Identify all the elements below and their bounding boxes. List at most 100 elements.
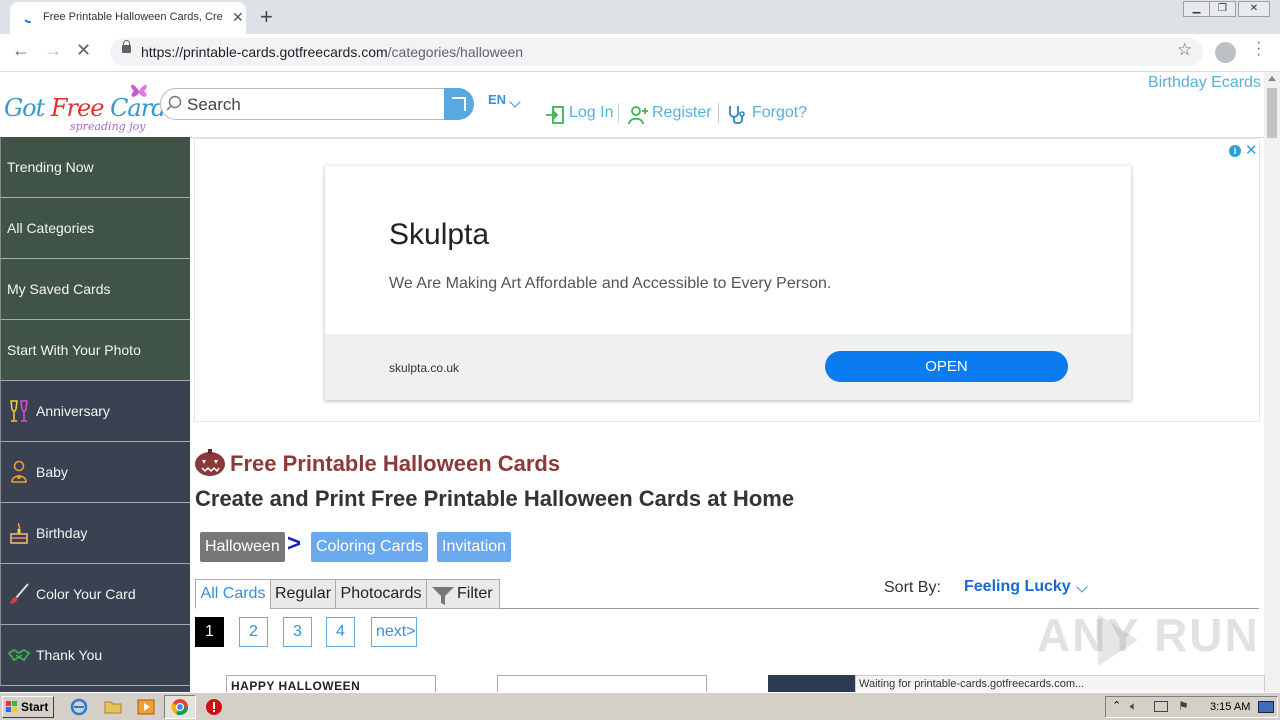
tab-photocards[interactable]: Photocards bbox=[335, 579, 427, 609]
sidebar: Trending Now All Categories My Saved Car… bbox=[0, 137, 190, 692]
page-4[interactable]: 4 bbox=[326, 617, 355, 647]
ad-info-icon[interactable]: i bbox=[1229, 145, 1241, 157]
play-icon bbox=[1098, 614, 1138, 666]
system-tray: ⌃ 🔈︎ ⚑ 3:15 AM bbox=[1105, 696, 1278, 718]
page-3[interactable]: 3 bbox=[283, 617, 312, 647]
search-icon bbox=[166, 95, 182, 111]
browser-tab[interactable]: Free Printable Halloween Cards, Cre ✕ bbox=[10, 2, 246, 34]
stop-loading-icon[interactable]: ✕ bbox=[76, 40, 91, 61]
sidebar-item-thank-you[interactable]: Thank You bbox=[0, 625, 190, 686]
ad-subtitle: We Are Making Art Affordable and Accessi… bbox=[389, 275, 832, 292]
browser-toolbar: ← → ✕ https://printable-cards.gotfreecar… bbox=[0, 34, 1280, 72]
tray-expand-icon[interactable]: ⌃ bbox=[1112, 699, 1121, 712]
search-input[interactable]: Search bbox=[160, 88, 445, 120]
logo-tagline: spreading joy bbox=[70, 120, 146, 133]
breadcrumb-coloring-cards[interactable]: Coloring Cards bbox=[311, 532, 428, 562]
sidebar-item-label: My Saved Cards bbox=[7, 281, 111, 297]
page-1[interactable]: 1 bbox=[195, 617, 224, 647]
sidebar-item-label: All Categories bbox=[7, 220, 95, 236]
scroll-up-arrow-icon[interactable] bbox=[1268, 76, 1276, 81]
butterfly-icon bbox=[131, 84, 147, 97]
sidebar-item-my-saved-cards[interactable]: My Saved Cards bbox=[0, 259, 190, 320]
breadcrumb-separator: > bbox=[287, 530, 302, 557]
tab-all-cards[interactable]: All Cards bbox=[195, 579, 271, 609]
sidebar-item-baby[interactable]: Baby bbox=[0, 442, 190, 503]
chrome-taskbar-button[interactable] bbox=[164, 695, 196, 719]
show-desktop-icon[interactable] bbox=[1258, 701, 1274, 713]
stethoscope-icon bbox=[729, 106, 745, 125]
network-icon[interactable] bbox=[1154, 701, 1168, 712]
language-selector[interactable]: EN bbox=[488, 92, 506, 107]
login-link[interactable]: Log In bbox=[569, 104, 613, 122]
page-2[interactable]: 2 bbox=[239, 617, 268, 647]
sort-label: Sort By: bbox=[884, 579, 941, 596]
register-icon bbox=[628, 106, 648, 125]
filter-label: Filter bbox=[457, 585, 493, 602]
url-text: https://printable-cards.gotfreecards.com… bbox=[141, 44, 524, 60]
login-icon bbox=[546, 106, 564, 124]
header-divider bbox=[618, 103, 619, 123]
birthday-ecards-link[interactable]: Birthday Ecards bbox=[1148, 74, 1261, 92]
forgot-password-link[interactable]: Forgot? bbox=[752, 104, 807, 122]
next-page[interactable]: next> bbox=[371, 617, 417, 647]
start-label: Start bbox=[21, 700, 49, 714]
card-filter-tabs: All Cards Regular Photocards Filter bbox=[195, 579, 1259, 609]
minimize-icon[interactable]: ▁ bbox=[1183, 1, 1210, 17]
site-logo[interactable]: Got Free Cards spreading joy bbox=[4, 80, 178, 136]
sidebar-item-color-your-card[interactable]: Color Your Card bbox=[0, 564, 190, 625]
sidebar-item-all-categories[interactable]: All Categories bbox=[0, 198, 190, 259]
close-tab-icon[interactable]: ✕ bbox=[232, 9, 244, 26]
tab-title: Free Printable Halloween Cards, Cre bbox=[43, 11, 223, 23]
sidebar-item-birthday[interactable]: Birthday bbox=[0, 503, 190, 564]
champagne-glasses-icon bbox=[10, 400, 28, 422]
sort-dropdown[interactable]: Feeling Lucky bbox=[964, 578, 1071, 596]
ad-card[interactable]: Skulpta We Are Making Art Affordable and… bbox=[325, 166, 1131, 400]
baby-icon bbox=[11, 460, 27, 483]
account-avatar-icon[interactable] bbox=[1215, 42, 1236, 63]
new-tab-icon[interactable]: + bbox=[260, 4, 273, 30]
chrome-icon bbox=[171, 699, 189, 716]
restore-icon[interactable]: ❐ bbox=[1209, 1, 1236, 17]
chevron-down-icon[interactable] bbox=[509, 96, 521, 108]
breadcrumb-halloween[interactable]: Halloween bbox=[200, 532, 285, 562]
advertisement-banner: i ✕ Skulpta We Are Making Art Affordable… bbox=[194, 138, 1260, 422]
sidebar-item-start-with-your-photo[interactable]: Start With Your Photo bbox=[0, 320, 190, 381]
stop-sign-icon[interactable] bbox=[205, 698, 223, 716]
browser-tab-strip: Free Printable Halloween Cards, Cre ✕ + … bbox=[0, 0, 1280, 34]
header-divider bbox=[718, 103, 719, 123]
page-scrollbar[interactable] bbox=[1264, 72, 1280, 692]
handshake-icon bbox=[8, 648, 30, 662]
browser-menu-icon[interactable]: · · · bbox=[1256, 35, 1261, 63]
sidebar-item-label: Start With Your Photo bbox=[7, 342, 141, 358]
sidebar-item-trending-now[interactable]: Trending Now bbox=[0, 137, 190, 198]
tab-regular[interactable]: Regular bbox=[270, 579, 336, 609]
breadcrumb-invitation[interactable]: Invitation bbox=[437, 532, 512, 562]
close-window-icon[interactable]: ✕ bbox=[1238, 1, 1270, 17]
media-player-icon[interactable] bbox=[137, 698, 155, 716]
ad-close-icon[interactable]: ✕ bbox=[1245, 141, 1258, 159]
bookmark-star-icon[interactable]: ☆ bbox=[1177, 40, 1192, 60]
volume-icon[interactable]: 🔈︎ bbox=[1130, 699, 1137, 714]
page-title: Free Printable Halloween Cards bbox=[230, 451, 561, 476]
search-button[interactable] bbox=[444, 88, 474, 120]
logo-text: Got Free Cards bbox=[4, 94, 178, 122]
sidebar-item-label: Anniversary bbox=[36, 403, 110, 419]
flag-icon[interactable]: ⚑ bbox=[1178, 699, 1189, 713]
funnel-icon bbox=[432, 587, 454, 605]
sidebar-item-anniversary[interactable]: Anniversary bbox=[0, 381, 190, 442]
sidebar-item-label: Color Your Card bbox=[36, 586, 136, 602]
sidebar-item-label: Thank You bbox=[36, 647, 103, 663]
scroll-thumb[interactable] bbox=[1267, 88, 1277, 138]
start-button[interactable]: Start bbox=[2, 696, 54, 718]
forward-icon[interactable]: → bbox=[44, 40, 62, 61]
folder-icon[interactable] bbox=[104, 698, 122, 716]
back-icon[interactable]: ← bbox=[12, 40, 30, 61]
address-bar[interactable]: https://printable-cards.gotfreecards.com… bbox=[110, 38, 1203, 66]
register-link[interactable]: Register bbox=[652, 104, 712, 122]
ad-open-button[interactable]: OPEN bbox=[825, 351, 1068, 382]
watermark: ANY RUN bbox=[1037, 609, 1260, 661]
internet-explorer-icon[interactable] bbox=[70, 698, 88, 716]
loading-spinner-icon bbox=[22, 11, 36, 25]
filter-button[interactable]: Filter bbox=[426, 579, 500, 609]
sidebar-item-label: Birthday bbox=[36, 525, 88, 541]
